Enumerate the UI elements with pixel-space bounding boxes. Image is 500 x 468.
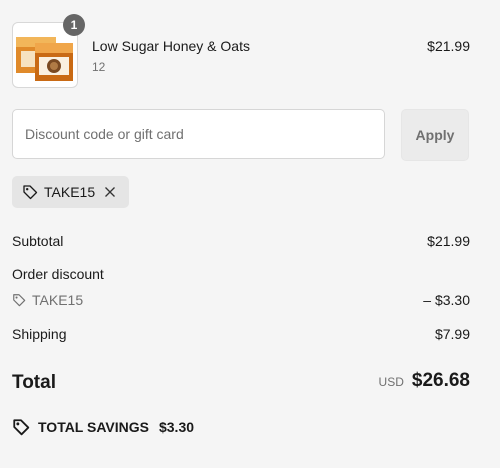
total-row: Total USD $26.68 (12, 370, 470, 396)
cart-line-item: 1 Low Sugar Honey & Oats 12 $21.99 (12, 14, 470, 88)
currency-code: USD (378, 375, 404, 389)
order-discount-label: Order discount (12, 266, 104, 282)
product-variant: 12 (92, 60, 106, 74)
subtotal-label: Subtotal (12, 233, 64, 249)
quantity-badge: 1 (63, 14, 85, 36)
shipping-label: Shipping (12, 326, 67, 342)
applied-discount-code: TAKE15 (44, 184, 96, 200)
product-name: Low Sugar Honey & Oats (92, 38, 250, 54)
order-discount-value: – $3.30 (423, 292, 470, 308)
close-icon (101, 183, 119, 201)
subtotal-value: $21.99 (427, 233, 470, 249)
remove-discount-button[interactable] (101, 183, 119, 201)
tag-icon (12, 293, 26, 307)
total-label: Total (12, 372, 56, 393)
total-amount-group: USD $26.68 (379, 370, 470, 392)
apply-discount-button[interactable]: Apply (401, 109, 469, 161)
total-amount: $26.68 (411, 370, 470, 391)
total-savings: TOTAL SAVINGS $3.30 (12, 418, 194, 436)
tag-icon (12, 418, 30, 436)
shipping-value: $7.99 (434, 326, 470, 342)
order-discount-row: Order discount (12, 266, 470, 282)
subtotal-row: Subtotal $21.99 (12, 233, 470, 249)
tag-icon (22, 184, 38, 200)
shipping-row: Shipping $7.99 (12, 326, 470, 342)
total-savings-label: TOTAL SAVINGS (38, 419, 149, 435)
discount-code-input[interactable] (12, 109, 385, 159)
order-discount-code-row: TAKE15 – $3.30 (12, 292, 470, 308)
total-savings-value: $3.30 (158, 419, 195, 435)
order-discount-code: TAKE15 (32, 292, 84, 308)
product-price: $21.99 (427, 38, 470, 54)
applied-discount-chip: TAKE15 (12, 176, 130, 208)
